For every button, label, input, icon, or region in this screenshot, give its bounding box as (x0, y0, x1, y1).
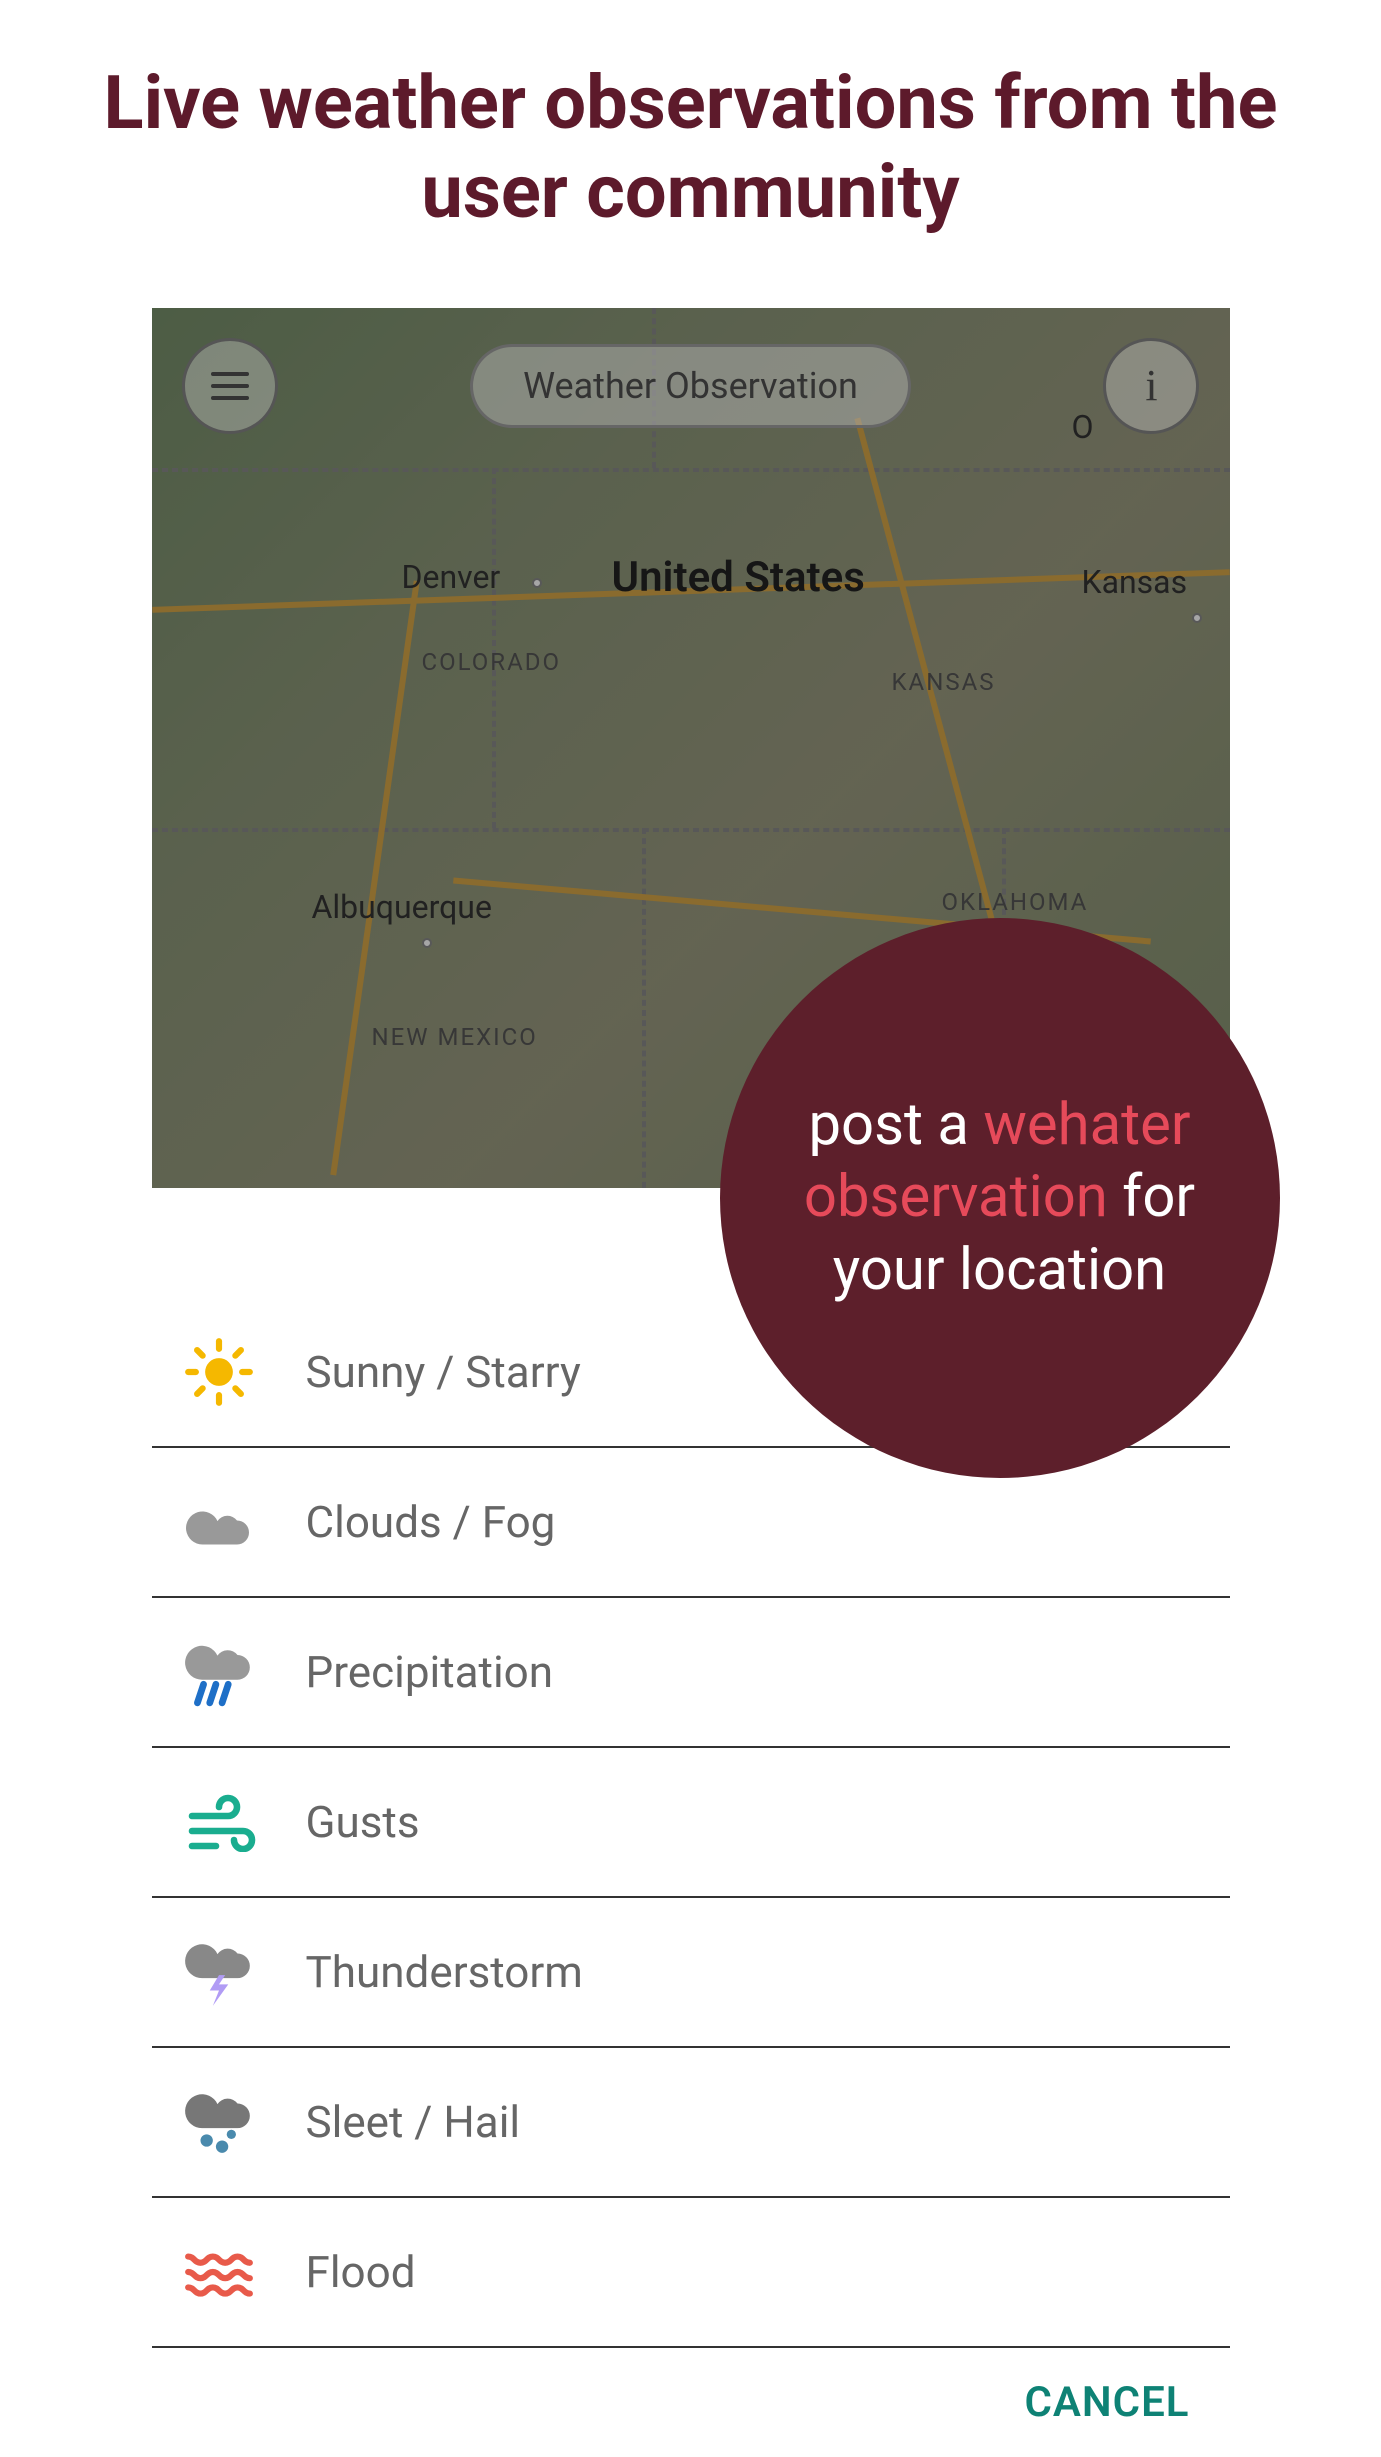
weather-option-label: Sleet / Hail (306, 2096, 521, 2148)
weather-option-label: Flood (306, 2246, 416, 2298)
weather-option-gusts[interactable]: Gusts (152, 1748, 1230, 1898)
weather-option-flood[interactable]: Flood (152, 2198, 1230, 2348)
weather-option-sleet[interactable]: Sleet / Hail (152, 2048, 1230, 2198)
info-button[interactable]: i (1103, 338, 1199, 434)
page-title: Live weather observations from the user … (0, 0, 1381, 288)
weather-option-clouds[interactable]: Clouds / Fog (152, 1448, 1230, 1598)
weather-option-precipitation[interactable]: Precipitation (152, 1598, 1230, 1748)
sun-icon (182, 1335, 256, 1409)
weather-option-thunderstorm[interactable]: Thunderstorm (152, 1898, 1230, 2048)
menu-icon (211, 372, 249, 400)
menu-button[interactable] (182, 338, 278, 434)
weather-option-label: Gusts (306, 1796, 420, 1848)
cloud-icon (182, 1485, 256, 1559)
thunderstorm-icon (182, 1935, 256, 2009)
weather-option-label: Thunderstorm (306, 1946, 583, 1998)
sleet-icon (182, 2085, 256, 2159)
callout-text: post a wehater observation for your loca… (780, 1089, 1220, 1307)
weather-option-label: Clouds / Fog (306, 1496, 556, 1548)
action-row: CANCEL (152, 2348, 1230, 2457)
observation-pill[interactable]: Weather Observation (470, 344, 911, 428)
weather-option-label: Precipitation (306, 1646, 554, 1698)
callout-bubble: post a wehater observation for your loca… (720, 918, 1280, 1478)
rain-icon (182, 1635, 256, 1709)
flood-icon (182, 2235, 256, 2309)
wind-icon (182, 1785, 256, 1859)
app-screenshot: Denver United States Kansas O COLORADO K… (152, 308, 1230, 2457)
info-icon: i (1145, 360, 1157, 411)
cancel-button[interactable]: CANCEL (1024, 2378, 1189, 2427)
weather-option-label: Sunny / Starry (306, 1346, 581, 1398)
